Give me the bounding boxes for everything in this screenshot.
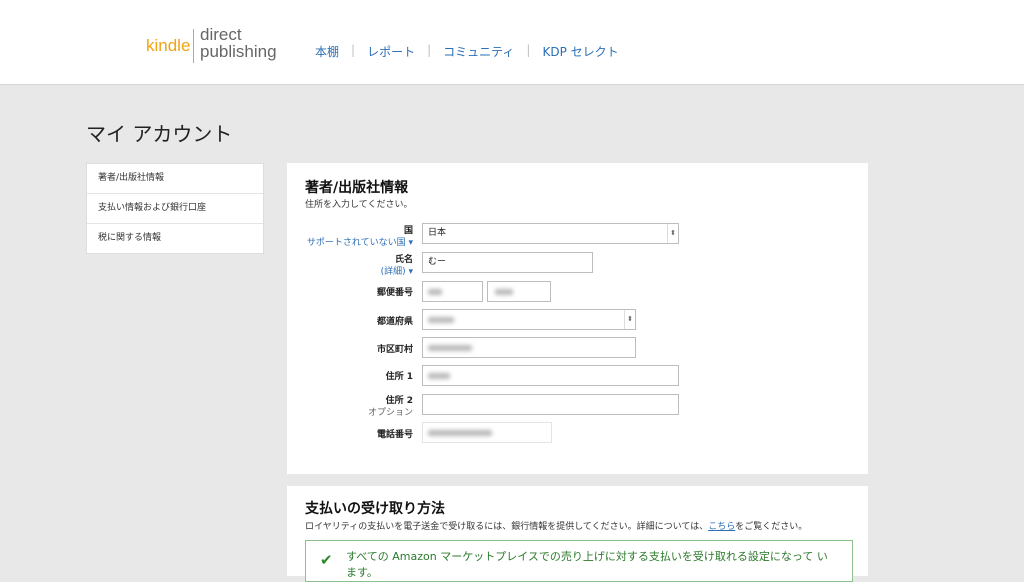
sidebar-item-author-info[interactable]: 著者/出版社情報 (87, 164, 263, 194)
postal-code-second-input[interactable] (487, 281, 551, 302)
address1-label: 住所 1 (385, 372, 413, 382)
unsupported-country-link[interactable]: サポートされていない国 ▾ (287, 235, 413, 248)
logo-kindle-text: kindle (146, 36, 191, 55)
redacted-text (428, 430, 492, 436)
redacted-text (428, 373, 450, 379)
nav-bookshelf[interactable]: 本棚 (315, 43, 339, 60)
payment-section-title: 支払いの受け取り方法 (305, 501, 445, 517)
nav-separator: | (526, 43, 531, 57)
payment-subtitle-end: をご覧ください。 (735, 522, 808, 532)
payment-status-notice: ✔ すべての Amazon マーケットプレイスでの売り上げに対する支払いを受け取… (305, 540, 853, 582)
name-details-link[interactable]: (詳細) ▾ (287, 264, 413, 277)
city-input[interactable] (422, 337, 636, 358)
prefecture-select[interactable]: ⬍ (422, 309, 636, 330)
author-info-card: 著者/出版社情報 住所を入力してください。 国 サポートされていない国 ▾ 日本… (287, 163, 868, 474)
select-arrow-icon: ⬍ (624, 310, 635, 329)
page-title: マイ アカウント (86, 122, 233, 146)
payment-method-card: 支払いの受け取り方法 ロイヤリティの支払いを電子送金で受け取るには、銀行情報を提… (287, 486, 868, 582)
account-sidebar: 著者/出版社情報 支払い情報および銀行口座 税に関する情報 (86, 163, 264, 254)
name-input[interactable]: むー (422, 252, 593, 273)
address2-optional-label: オプション (367, 408, 413, 418)
select-arrow-icon: ⬍ (667, 224, 678, 243)
logo-publishing-text: publishing (200, 42, 277, 61)
prefecture-label: 都道府県 (376, 317, 413, 327)
sidebar-item-payment-bank[interactable]: 支払い情報および銀行口座 (87, 194, 263, 224)
redacted-text (428, 345, 472, 351)
country-select[interactable]: 日本 ⬍ (422, 223, 679, 244)
country-select-value: 日本 (428, 228, 447, 238)
nav-community[interactable]: コミュニティ (443, 43, 514, 60)
sidebar-item-tax-info[interactable]: 税に関する情報 (87, 224, 263, 253)
nav-separator: | (427, 43, 432, 57)
payment-section-subtitle: ロイヤリティの支払いを電子送金で受け取るには、銀行情報を提供してください。詳細に… (305, 519, 807, 532)
nav-separator: | (351, 43, 356, 57)
check-icon: ✔ (320, 551, 333, 569)
nav-reports[interactable]: レポート (367, 43, 415, 60)
author-section-title: 著者/出版社情報 (305, 180, 409, 196)
phone-input[interactable] (422, 422, 552, 443)
redacted-text (495, 289, 513, 295)
logo-divider (193, 29, 194, 63)
payment-details-link[interactable]: こちら (708, 522, 735, 532)
postal-code-label: 郵便番号 (376, 288, 413, 298)
top-header: kindle direct publishing 本棚 | レポート | コミュ… (0, 0, 1024, 85)
city-label: 市区町村 (376, 345, 413, 355)
main-nav: 本棚 | レポート | コミュニティ | KDP セレクト (315, 43, 619, 60)
logo-direct-text: direct (200, 25, 242, 44)
payment-notice-text: すべての Amazon マーケットプレイスでの売り上げに対する支払いを受け取れる… (346, 550, 828, 579)
nav-kdp-select[interactable]: KDP セレクト (542, 43, 618, 60)
address1-input[interactable] (422, 365, 679, 386)
payment-subtitle-text: ロイヤリティの支払いを電子送金で受け取るには、銀行情報を提供してください。詳細に… (305, 522, 709, 532)
postal-code-first-input[interactable] (422, 281, 483, 302)
address2-input[interactable] (422, 394, 679, 415)
phone-label: 電話番号 (376, 430, 413, 440)
redacted-text (428, 317, 454, 323)
redacted-text (428, 289, 442, 295)
author-section-subtitle: 住所を入力してください。 (305, 200, 413, 210)
